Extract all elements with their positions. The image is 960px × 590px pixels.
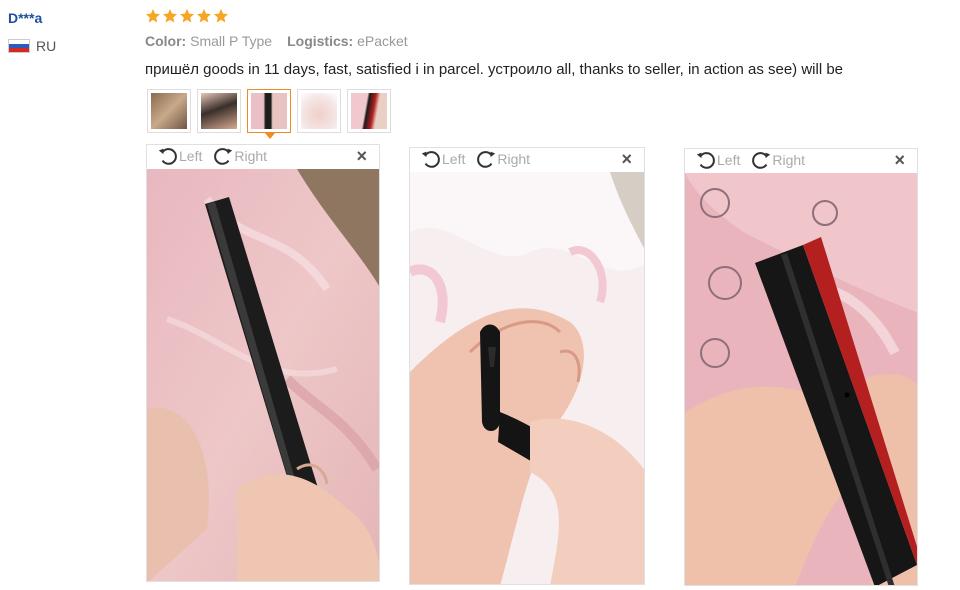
rotate-right-icon	[214, 148, 233, 165]
rotate-left-icon	[696, 152, 715, 169]
logistics-label: Logistics:	[287, 33, 354, 49]
rotate-left-button[interactable]: Left	[420, 148, 465, 170]
rotate-left-label: Left	[179, 148, 203, 164]
star-icon	[214, 9, 228, 23]
photo-thumbnail[interactable]	[297, 89, 341, 133]
color-attribute: Color: Small P Type	[145, 33, 272, 49]
close-icon[interactable]: ×	[894, 150, 905, 171]
rotate-right-label: Right	[234, 148, 268, 164]
order-attributes: Color: Small P Type Logistics: ePacket	[145, 33, 408, 49]
logistics-value: ePacket	[357, 33, 408, 49]
star-icon	[163, 9, 177, 23]
rotate-right-icon	[752, 152, 771, 169]
rating-stars	[145, 8, 229, 24]
star-icon	[146, 9, 160, 23]
reviewer-name: D***a	[8, 10, 43, 26]
thumbnail-image	[251, 93, 287, 129]
reviewer-country: RU	[8, 38, 56, 54]
close-icon[interactable]: ×	[621, 149, 632, 170]
rotate-left-label: Left	[717, 152, 741, 168]
rotate-right-button[interactable]: Right	[750, 149, 805, 171]
rotate-right-label: Right	[772, 152, 806, 168]
rotate-left-icon	[421, 151, 440, 168]
country-code: RU	[36, 38, 57, 54]
rotate-left-icon	[158, 148, 177, 165]
rotate-left-label: Left	[442, 151, 466, 167]
thumbnail-image	[351, 93, 387, 129]
viewer-toolbar: Left Right ×	[147, 145, 379, 167]
review-comment: пришёл goods in 11 days, fast, satisfied…	[145, 61, 844, 78]
review-photo	[685, 173, 917, 585]
color-label: Color:	[145, 33, 187, 49]
rotate-right-button[interactable]: Right	[475, 148, 530, 170]
photo-thumbnail-selected[interactable]	[247, 89, 291, 139]
color-value: Small P Type	[190, 33, 273, 49]
viewer-toolbar: Left Right ×	[410, 148, 644, 170]
rotate-left-button[interactable]: Left	[695, 149, 740, 171]
photo-viewer: Left Right ×	[684, 148, 918, 586]
close-icon[interactable]: ×	[356, 146, 367, 167]
logistics-attribute: Logistics: ePacket	[287, 33, 408, 49]
thumbnail-image	[301, 93, 337, 129]
review-photo	[147, 169, 379, 581]
photo-thumbnail[interactable]	[197, 89, 241, 133]
rotate-left-button[interactable]: Left	[157, 145, 202, 167]
viewer-toolbar: Left Right ×	[685, 149, 917, 171]
star-icon	[180, 9, 194, 23]
photo-thumbnail[interactable]	[147, 89, 191, 133]
thumbnail-image	[201, 93, 237, 129]
rotate-right-icon	[477, 151, 496, 168]
photo-thumbnail[interactable]	[347, 89, 391, 133]
photo-image	[147, 169, 379, 581]
flag-ru-icon	[8, 39, 30, 53]
photo-thumbnails	[147, 89, 391, 139]
star-icon	[197, 9, 211, 23]
rotate-right-label: Right	[497, 151, 531, 167]
photo-viewer: Left Right ×	[409, 147, 645, 585]
thumbnail-image	[151, 93, 187, 129]
rotate-right-button[interactable]: Right	[212, 145, 267, 167]
photo-image	[685, 173, 917, 585]
photo-image	[410, 172, 644, 584]
photo-viewer: Left Right ×	[146, 144, 380, 582]
review-photo	[410, 172, 644, 584]
